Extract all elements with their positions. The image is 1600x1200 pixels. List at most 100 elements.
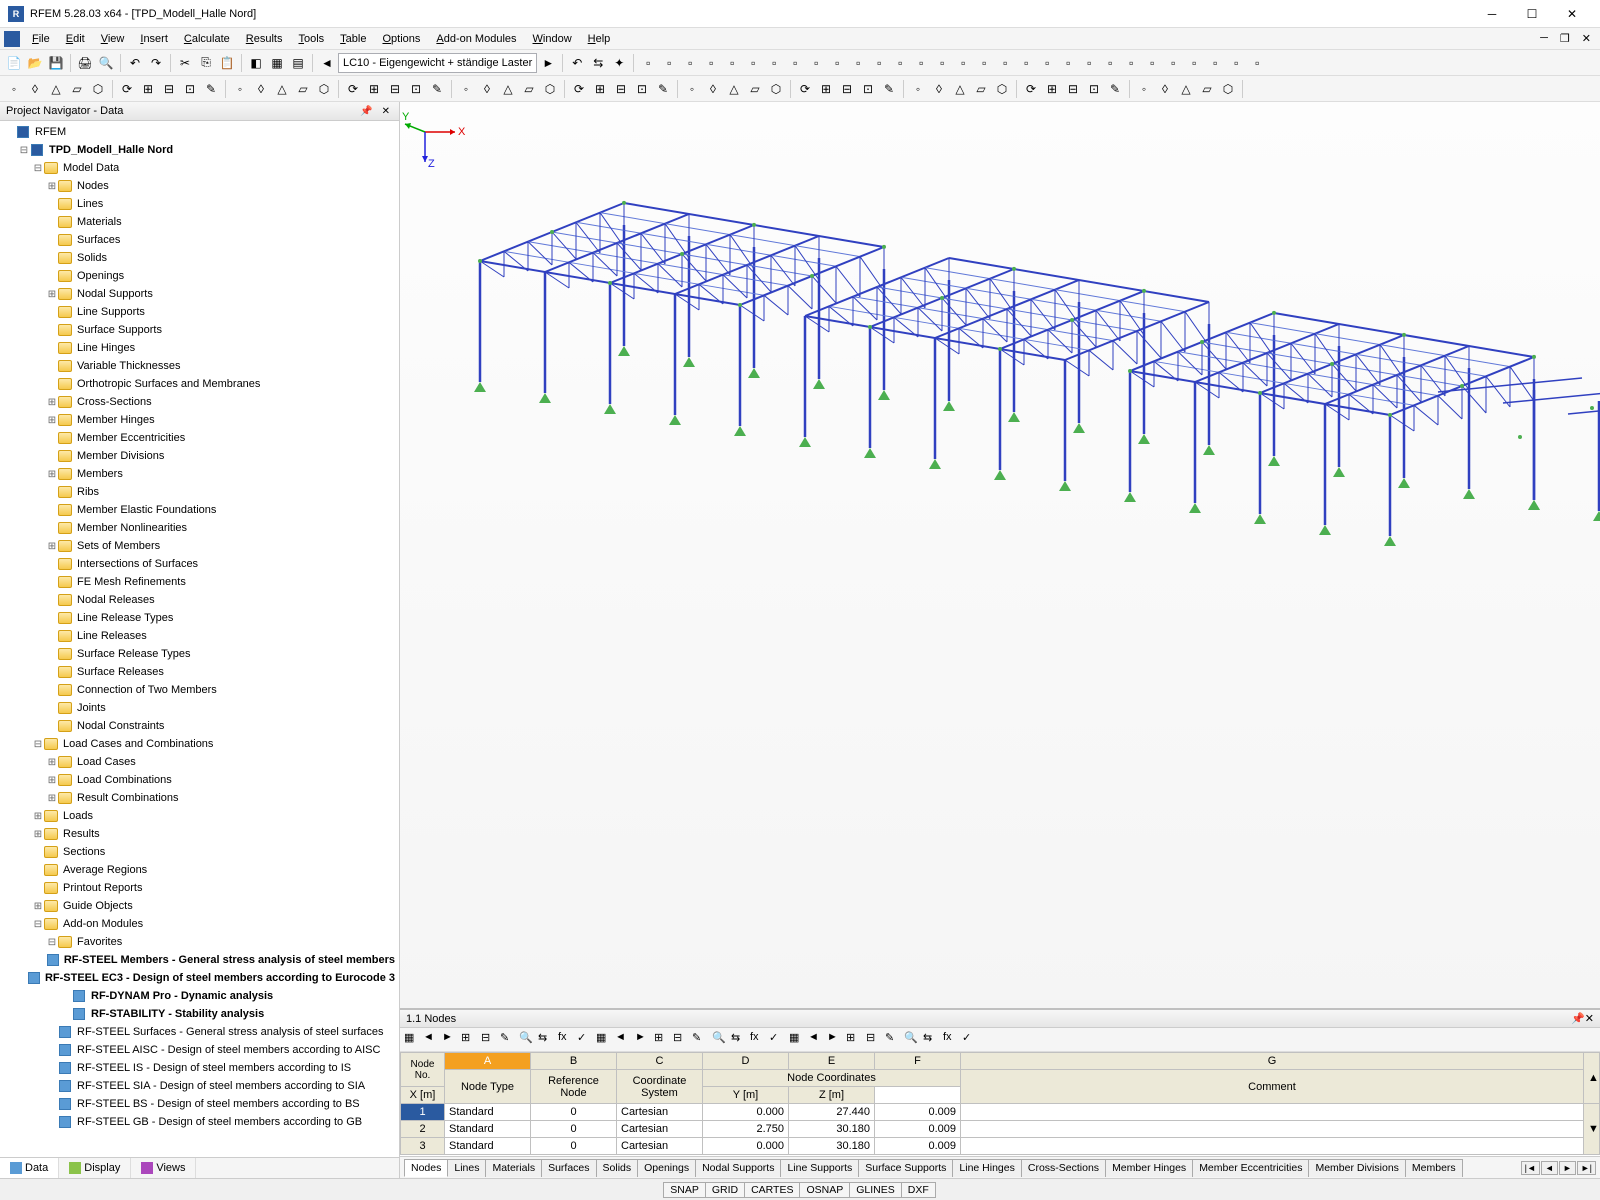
tool-icon[interactable]: ✎ bbox=[427, 79, 447, 99]
preview-icon[interactable]: 🔍 bbox=[96, 53, 116, 73]
status-osnap[interactable]: OSNAP bbox=[799, 1182, 850, 1198]
menu-options[interactable]: Options bbox=[374, 30, 428, 48]
table-tool-icon[interactable]: 🔍 bbox=[519, 1031, 537, 1049]
tool-icon[interactable]: ▫ bbox=[1037, 53, 1057, 73]
tool-icon[interactable]: ▫ bbox=[953, 53, 973, 73]
table-grid[interactable]: NodeNo.ABCDEFG▲Node TypeReference NodeCo… bbox=[400, 1052, 1600, 1156]
tree-item[interactable]: ⊞Guide Objects bbox=[0, 897, 399, 915]
status-cartes[interactable]: CARTES bbox=[744, 1182, 800, 1198]
tree-item[interactable]: Materials bbox=[0, 213, 399, 231]
tool-icon[interactable]: ▫ bbox=[701, 53, 721, 73]
tree-item[interactable]: RF-STEEL SIA - Design of steel members a… bbox=[0, 1077, 399, 1095]
tb-icon[interactable]: ⇆ bbox=[588, 53, 608, 73]
tool-icon[interactable]: ◦ bbox=[230, 79, 250, 99]
table-tab-line-hinges[interactable]: Line Hinges bbox=[952, 1159, 1021, 1177]
tree-item[interactable]: Nodal Constraints bbox=[0, 717, 399, 735]
tool-icon[interactable]: ▫ bbox=[911, 53, 931, 73]
table-tab-lines[interactable]: Lines bbox=[447, 1159, 486, 1177]
tool-icon[interactable]: ▫ bbox=[722, 53, 742, 73]
tree-item[interactable]: ⊟Favorites bbox=[0, 933, 399, 951]
tool-icon[interactable]: ⊡ bbox=[858, 79, 878, 99]
tab-data[interactable]: Data bbox=[0, 1158, 59, 1178]
tool-icon[interactable]: ⬡ bbox=[540, 79, 560, 99]
tb-icon[interactable]: ▦ bbox=[267, 53, 287, 73]
tool-icon[interactable]: △ bbox=[498, 79, 518, 99]
tool-icon[interactable]: ⊟ bbox=[159, 79, 179, 99]
tree-item[interactable]: Surfaces bbox=[0, 231, 399, 249]
tree-item[interactable]: RF-STEEL AISC - Design of steel members … bbox=[0, 1041, 399, 1059]
table-tab-members[interactable]: Members bbox=[1405, 1159, 1463, 1177]
tool-icon[interactable]: ⟳ bbox=[117, 79, 137, 99]
table-tool-icon[interactable]: ⇆ bbox=[923, 1031, 941, 1049]
tree-item[interactable]: ⊞Cross-Sections bbox=[0, 393, 399, 411]
tree-item[interactable]: Ribs bbox=[0, 483, 399, 501]
table-tab-surface-supports[interactable]: Surface Supports bbox=[858, 1159, 953, 1177]
tool-icon[interactable]: ▫ bbox=[890, 53, 910, 73]
table-tab-openings[interactable]: Openings bbox=[637, 1159, 696, 1177]
status-snap[interactable]: SNAP bbox=[663, 1182, 706, 1198]
menu-file[interactable]: File bbox=[24, 30, 58, 48]
status-grid[interactable]: GRID bbox=[705, 1182, 745, 1198]
tool-icon[interactable]: ▫ bbox=[827, 53, 847, 73]
table-tool-icon[interactable]: ▦ bbox=[404, 1031, 422, 1049]
tool-icon[interactable]: △ bbox=[724, 79, 744, 99]
tree-item[interactable]: Member Elastic Foundations bbox=[0, 501, 399, 519]
menu-window[interactable]: Window bbox=[525, 30, 580, 48]
tool-icon[interactable]: ▱ bbox=[519, 79, 539, 99]
tree-item[interactable]: Lines bbox=[0, 195, 399, 213]
tool-icon[interactable]: ▫ bbox=[680, 53, 700, 73]
menu-table[interactable]: Table bbox=[332, 30, 374, 48]
table-tool-icon[interactable]: ⊟ bbox=[866, 1031, 884, 1049]
table-tool-icon[interactable]: fx bbox=[750, 1031, 768, 1049]
tree-item[interactable]: RF-STEEL IS - Design of steel members ac… bbox=[0, 1059, 399, 1077]
tree-item[interactable]: Surface Releases bbox=[0, 663, 399, 681]
tool-icon[interactable]: ◦ bbox=[682, 79, 702, 99]
tree-item[interactable]: Surface Supports bbox=[0, 321, 399, 339]
table-tab-nodes[interactable]: Nodes bbox=[404, 1159, 448, 1177]
tab-views[interactable]: Views bbox=[131, 1158, 196, 1178]
tree-item[interactable]: Member Divisions bbox=[0, 447, 399, 465]
tb-icon[interactable]: ◧ bbox=[246, 53, 266, 73]
3d-canvas[interactable]: X Y Z bbox=[400, 102, 1600, 1008]
tool-icon[interactable]: ◊ bbox=[25, 79, 45, 99]
tree-item[interactable]: ⊞Sets of Members bbox=[0, 537, 399, 555]
tool-icon[interactable]: ⊞ bbox=[816, 79, 836, 99]
tool-icon[interactable]: ▫ bbox=[1121, 53, 1141, 73]
tree-item[interactable]: ⊞Member Hinges bbox=[0, 411, 399, 429]
menu-view[interactable]: View bbox=[93, 30, 133, 48]
tree-item[interactable]: Openings bbox=[0, 267, 399, 285]
table-tool-icon[interactable]: ⇆ bbox=[731, 1031, 749, 1049]
tree-item[interactable]: ⊞Nodal Supports bbox=[0, 285, 399, 303]
tool-icon[interactable]: △ bbox=[46, 79, 66, 99]
tool-icon[interactable]: ✎ bbox=[653, 79, 673, 99]
tree-item[interactable]: RF-STEEL Surfaces - General stress analy… bbox=[0, 1023, 399, 1041]
tool-icon[interactable]: ⊟ bbox=[837, 79, 857, 99]
tool-icon[interactable]: ▫ bbox=[1079, 53, 1099, 73]
tool-icon[interactable]: ▫ bbox=[1016, 53, 1036, 73]
table-tool-icon[interactable]: 🔍 bbox=[904, 1031, 922, 1049]
pin-icon[interactable]: 📌 bbox=[357, 106, 375, 117]
table-tool-icon[interactable]: ◄ bbox=[808, 1031, 826, 1049]
nav-right-icon[interactable]: ► bbox=[538, 53, 558, 73]
menu-results[interactable]: Results bbox=[238, 30, 291, 48]
table-tab-materials[interactable]: Materials bbox=[485, 1159, 542, 1177]
tab-display[interactable]: Display bbox=[59, 1158, 131, 1178]
tool-icon[interactable]: ▫ bbox=[869, 53, 889, 73]
close-panel-icon[interactable]: ✕ bbox=[379, 106, 393, 117]
tool-icon[interactable]: ◦ bbox=[456, 79, 476, 99]
tool-icon[interactable]: ◦ bbox=[4, 79, 24, 99]
print-icon[interactable]: 🖨 bbox=[75, 53, 95, 73]
tool-icon[interactable]: △ bbox=[1176, 79, 1196, 99]
tool-icon[interactable]: ▫ bbox=[1184, 53, 1204, 73]
table-tool-icon[interactable]: ► bbox=[635, 1031, 653, 1049]
table-tool-icon[interactable]: ✓ bbox=[769, 1031, 787, 1049]
table-tool-icon[interactable]: ⇆ bbox=[538, 1031, 556, 1049]
tool-icon[interactable]: ▫ bbox=[659, 53, 679, 73]
menu-calculate[interactable]: Calculate bbox=[176, 30, 238, 48]
close-button[interactable]: ✕ bbox=[1552, 0, 1592, 28]
tool-icon[interactable]: ▫ bbox=[1163, 53, 1183, 73]
mdi-close[interactable]: ✕ bbox=[1577, 32, 1596, 45]
table-tool-icon[interactable]: ⊟ bbox=[673, 1031, 691, 1049]
tree-item[interactable]: RF-DYNAM Pro - Dynamic analysis bbox=[0, 987, 399, 1005]
tree-item[interactable]: ⊞Results bbox=[0, 825, 399, 843]
